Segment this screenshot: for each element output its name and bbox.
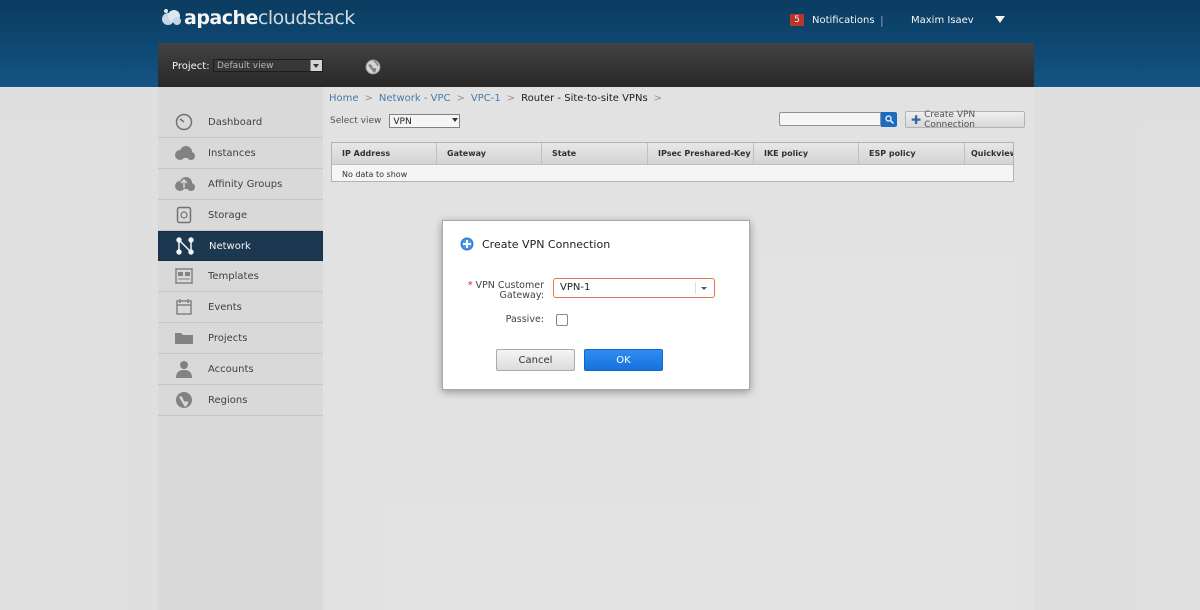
gateway-label-line2: Gateway: (499, 290, 544, 301)
gateway-field-label: * VPN Customer Gateway: (453, 281, 544, 301)
add-circle-icon (460, 237, 474, 251)
dialog-title-text: Create VPN Connection (482, 237, 611, 251)
vpn-customer-gateway-select[interactable]: VPN-1 (553, 278, 715, 298)
ok-button[interactable]: OK (584, 349, 663, 371)
gateway-select-value: VPN-1 (560, 282, 591, 293)
dialog-title: Create VPN Connection (460, 237, 610, 251)
required-marker: * (467, 280, 473, 291)
chevron-down-icon (701, 287, 707, 290)
select-divider (695, 282, 696, 294)
passive-checkbox[interactable] (556, 314, 568, 326)
cancel-button[interactable]: Cancel (496, 349, 575, 371)
passive-field-label: Passive: (505, 314, 544, 325)
create-vpn-connection-dialog: Create VPN Connection * VPN Customer Gat… (442, 220, 750, 390)
